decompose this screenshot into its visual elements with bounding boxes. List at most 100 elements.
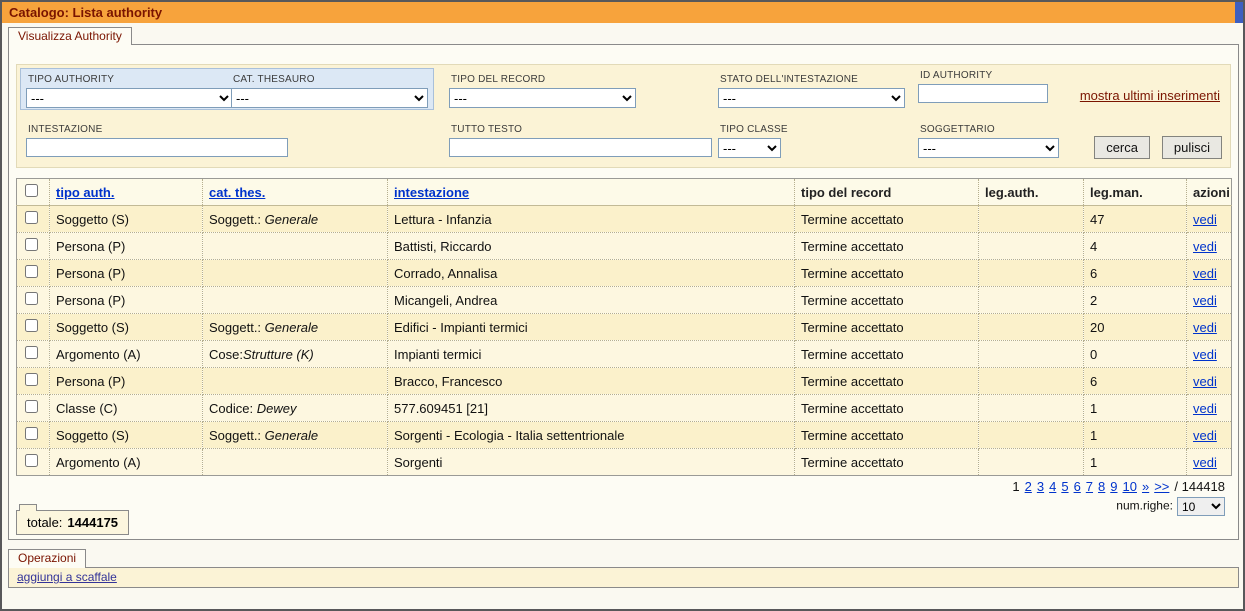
table-row: Soggetto (S)Soggett.: GeneraleLettura - … <box>17 206 1232 233</box>
header-tipo-auth: tipo auth. <box>50 179 203 206</box>
row-vedi-link[interactable]: vedi <box>1193 455 1217 470</box>
row-checkbox[interactable] <box>25 211 38 224</box>
tipo-classe-select[interactable]: --- <box>718 138 781 158</box>
pagination-page-link[interactable]: 9 <box>1110 479 1117 494</box>
row-leg-man: 6 <box>1084 260 1187 287</box>
row-vedi-link[interactable]: vedi <box>1193 401 1217 416</box>
row-checkbox-cell <box>17 314 50 341</box>
cat-thesauro-select[interactable]: --- <box>231 88 428 108</box>
row-checkbox[interactable] <box>25 292 38 305</box>
tab-visualizza-authority[interactable]: Visualizza Authority <box>8 27 132 45</box>
row-azioni-cell: vedi <box>1187 260 1232 287</box>
row-vedi-link[interactable]: vedi <box>1193 320 1217 335</box>
row-tipo-del-record: Termine accettato <box>795 206 979 233</box>
row-checkbox[interactable] <box>25 400 38 413</box>
cat-thesauro-label: CAT. THESAURO <box>233 74 315 85</box>
aggiungi-a-scaffale-link[interactable]: aggiungi a scaffale <box>17 568 117 587</box>
pagination-last-page-link[interactable]: >> <box>1154 479 1169 494</box>
row-vedi-link[interactable]: vedi <box>1193 293 1217 308</box>
num-righe-select[interactable]: 10 <box>1177 497 1225 516</box>
pagination-page-link[interactable]: 4 <box>1049 479 1056 494</box>
operazioni-bar: aggiungi a scaffale <box>8 567 1239 588</box>
cat-thes-value: Strutture (K) <box>243 347 314 362</box>
tab-operazioni[interactable]: Operazioni <box>8 549 86 568</box>
header-leg-auth: leg.auth. <box>979 179 1084 206</box>
row-tipo-auth: Persona (P) <box>50 287 203 314</box>
row-cat-thes: Soggett.: Generale <box>203 206 388 233</box>
table-row: Soggetto (S)Soggett.: GeneraleSorgenti -… <box>17 422 1232 449</box>
stato-intestazione-label: STATO DELL'INTESTAZIONE <box>720 74 858 85</box>
tipo-authority-select[interactable]: --- <box>26 88 233 108</box>
cat-thes-prefix: Codice: <box>209 401 257 416</box>
filter-panel: TIPO AUTHORITY --- CAT. THESAURO --- TIP… <box>16 64 1231 168</box>
row-tipo-auth: Argomento (A) <box>50 341 203 368</box>
row-tipo-del-record: Termine accettato <box>795 422 979 449</box>
table-row: Classe (C)Codice: Dewey577.609451 [21]Te… <box>17 395 1232 422</box>
pagination-page-link[interactable]: 2 <box>1025 479 1032 494</box>
sort-intestazione-link[interactable]: intestazione <box>394 185 469 200</box>
row-azioni-cell: vedi <box>1187 422 1232 449</box>
sort-cat-thes-link[interactable]: cat. thes. <box>209 185 265 200</box>
row-leg-man: 20 <box>1084 314 1187 341</box>
stato-intestazione-select[interactable]: --- <box>718 88 905 108</box>
pagination-page-link[interactable]: 6 <box>1074 479 1081 494</box>
tutto-testo-input[interactable] <box>449 138 712 157</box>
row-leg-auth <box>979 368 1084 395</box>
soggettario-select[interactable]: --- <box>918 138 1059 158</box>
page: Catalogo: Lista authority Visualizza Aut… <box>0 0 1245 611</box>
row-leg-man: 6 <box>1084 368 1187 395</box>
row-azioni-cell: vedi <box>1187 395 1232 422</box>
row-tipo-auth: Persona (P) <box>50 233 203 260</box>
totale-box: totale:1444175 <box>16 510 129 535</box>
row-checkbox-cell <box>17 206 50 233</box>
row-tipo-auth: Persona (P) <box>50 260 203 287</box>
select-all-checkbox[interactable] <box>25 184 38 197</box>
mostra-ultimi-inserimenti-link[interactable]: mostra ultimi inserimenti <box>1080 88 1220 103</box>
pagination-total-pages: / 144418 <box>1174 479 1225 494</box>
row-checkbox[interactable] <box>25 319 38 332</box>
row-tipo-del-record: Termine accettato <box>795 287 979 314</box>
row-leg-auth <box>979 341 1084 368</box>
pagination-next-group-link[interactable]: » <box>1142 479 1149 494</box>
sort-tipo-auth-link[interactable]: tipo auth. <box>56 185 115 200</box>
row-vedi-link[interactable]: vedi <box>1193 239 1217 254</box>
id-authority-input[interactable] <box>918 84 1048 103</box>
cerca-button[interactable]: cerca <box>1094 136 1150 159</box>
header-intestazione: intestazione <box>388 179 795 206</box>
pagination-page-link[interactable]: 5 <box>1061 479 1068 494</box>
row-checkbox-cell <box>17 395 50 422</box>
pagination-page-link[interactable]: 10 <box>1123 479 1137 494</box>
pagination: 12345678910»>>/ 144418 <box>1007 479 1225 494</box>
row-checkbox-cell <box>17 287 50 314</box>
row-cat-thes <box>203 449 388 476</box>
row-tipo-del-record: Termine accettato <box>795 395 979 422</box>
row-checkbox[interactable] <box>25 454 38 467</box>
header-leg-man: leg.man. <box>1084 179 1187 206</box>
tipo-del-record-select[interactable]: --- <box>449 88 636 108</box>
totale-box-notch <box>19 504 37 511</box>
row-vedi-link[interactable]: vedi <box>1193 266 1217 281</box>
row-checkbox[interactable] <box>25 238 38 251</box>
main-panel: TIPO AUTHORITY --- CAT. THESAURO --- TIP… <box>8 44 1239 540</box>
row-checkbox[interactable] <box>25 427 38 440</box>
select-all-cell <box>17 179 50 206</box>
row-checkbox[interactable] <box>25 265 38 278</box>
row-vedi-link[interactable]: vedi <box>1193 212 1217 227</box>
cat-thes-value: Dewey <box>257 401 297 416</box>
row-checkbox[interactable] <box>25 373 38 386</box>
cat-thes-value: Generale <box>265 212 318 227</box>
row-cat-thes: Codice: Dewey <box>203 395 388 422</box>
row-intestazione: Sorgenti <box>388 449 795 476</box>
row-leg-auth <box>979 314 1084 341</box>
pagination-page-link[interactable]: 7 <box>1086 479 1093 494</box>
row-azioni-cell: vedi <box>1187 233 1232 260</box>
row-cat-thes: Soggett.: Generale <box>203 422 388 449</box>
intestazione-input[interactable] <box>26 138 288 157</box>
pagination-page-link[interactable]: 3 <box>1037 479 1044 494</box>
pagination-page-link[interactable]: 8 <box>1098 479 1105 494</box>
row-vedi-link[interactable]: vedi <box>1193 374 1217 389</box>
pulisci-button[interactable]: pulisci <box>1162 136 1222 159</box>
row-vedi-link[interactable]: vedi <box>1193 347 1217 362</box>
row-vedi-link[interactable]: vedi <box>1193 428 1217 443</box>
row-checkbox[interactable] <box>25 346 38 359</box>
